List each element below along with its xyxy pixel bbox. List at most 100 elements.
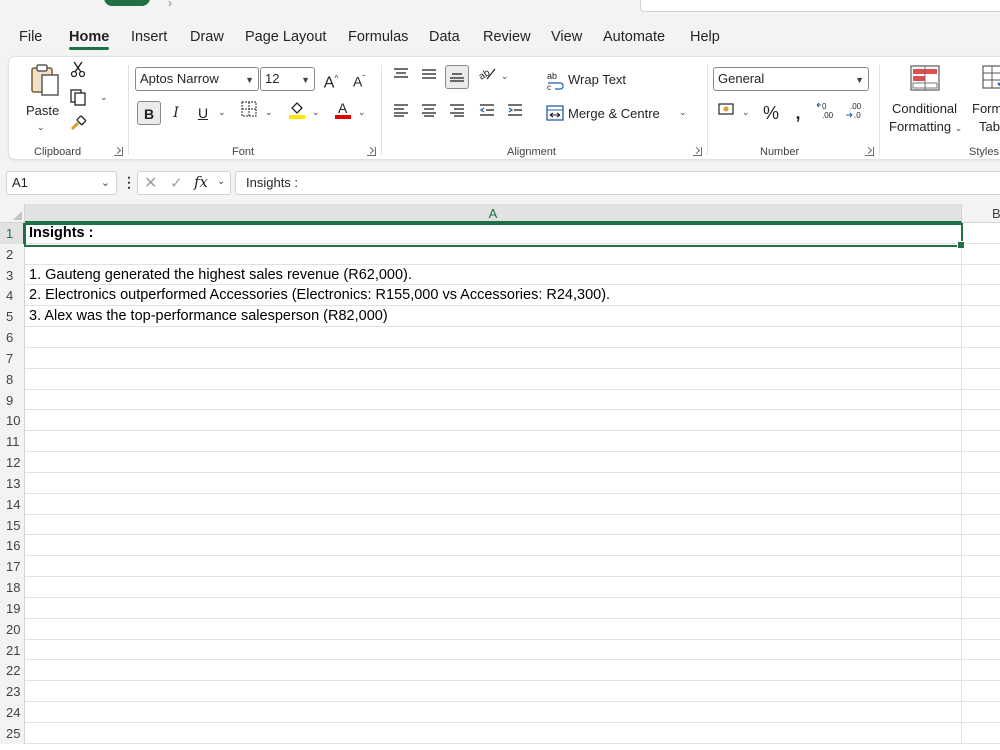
orientation-icon[interactable]: ab [475, 65, 499, 89]
tab-page-layout[interactable]: Page Layout [245, 29, 326, 45]
cell-b15[interactable] [962, 515, 1000, 536]
increase-font-icon[interactable]: A^ [319, 67, 343, 91]
cell-b8[interactable] [962, 369, 1000, 390]
increase-decimal-icon[interactable]: 0.00 [815, 101, 839, 125]
font-color-dropdown-icon[interactable]: ⌄ [358, 107, 366, 118]
cell-a11[interactable] [25, 431, 962, 453]
decrease-indent-icon[interactable] [475, 101, 499, 125]
cell-b18[interactable] [962, 577, 1000, 598]
cell-a6[interactable] [25, 327, 962, 348]
cut-icon[interactable] [66, 60, 90, 84]
column-header-a[interactable]: A [25, 204, 962, 223]
insert-function-icon[interactable]: fx [194, 173, 208, 191]
tab-view[interactable]: View [551, 29, 582, 45]
row-header[interactable]: 14 [0, 493, 25, 515]
cell-b11[interactable] [962, 431, 1000, 453]
align-bottom-icon[interactable] [445, 65, 469, 89]
row-header[interactable]: 8 [0, 368, 25, 390]
copy-dropdown-icon[interactable]: ⌄ [100, 92, 108, 103]
cell-b13[interactable] [962, 473, 1000, 494]
cell-b3[interactable] [962, 265, 1000, 286]
cell-a24[interactable] [25, 702, 962, 723]
enter-icon[interactable]: ✓ [170, 174, 183, 192]
tab-data[interactable]: Data [429, 29, 460, 45]
tab-insert[interactable]: Insert [131, 29, 167, 45]
cell-b25[interactable] [962, 723, 1000, 744]
more-options-icon[interactable]: ⋮ [122, 174, 136, 191]
row-header[interactable]: 9 [0, 389, 25, 411]
currency-icon[interactable] [715, 101, 739, 125]
cell-b2[interactable] [962, 244, 1000, 265]
row-header[interactable]: 12 [0, 452, 25, 473]
increase-indent-icon[interactable] [503, 101, 527, 125]
row-header[interactable]: 20 [0, 618, 25, 640]
format-painter-icon[interactable] [66, 114, 90, 138]
cell-a10[interactable] [25, 410, 962, 432]
cell-a7[interactable] [25, 347, 962, 369]
cell-a9[interactable] [25, 389, 962, 411]
decrease-font-icon[interactable]: Aˇ [347, 67, 371, 91]
cell-a4[interactable]: 2. Electronics outperformed Accessories … [25, 285, 962, 307]
clipboard-launcher-icon[interactable] [114, 147, 123, 156]
copy-icon[interactable] [66, 88, 90, 112]
fill-color-dropdown-icon[interactable]: ⌄ [312, 107, 320, 118]
row-header[interactable]: 16 [0, 535, 25, 557]
percent-button[interactable]: % [759, 101, 783, 125]
align-center-icon[interactable] [417, 101, 441, 125]
row-header[interactable]: 19 [0, 597, 25, 619]
cell-b23[interactable] [962, 681, 1000, 703]
tab-automate[interactable]: Automate [603, 29, 665, 45]
chevron-down-icon[interactable]: ⌄ [217, 176, 225, 187]
row-header[interactable]: 11 [0, 431, 25, 453]
borders-dropdown-icon[interactable]: ⌄ [265, 107, 273, 118]
cell-a23[interactable] [25, 681, 962, 703]
autosave-toggle[interactable] [104, 0, 150, 6]
row-header[interactable]: 13 [0, 472, 25, 494]
cell-b7[interactable] [962, 348, 1000, 369]
cell-a14[interactable] [25, 493, 962, 515]
cell-a2[interactable] [25, 243, 962, 265]
tab-formulas[interactable]: Formulas [348, 29, 408, 45]
row-header[interactable]: 25 [0, 722, 25, 744]
row-header[interactable]: 15 [0, 514, 25, 536]
cell-b22[interactable] [962, 660, 1000, 682]
cell-b14[interactable] [962, 494, 1000, 515]
cancel-icon[interactable]: ✕ [144, 173, 157, 193]
merge-centre-button[interactable]: Merge & Centre ⌄ [546, 101, 691, 127]
row-header[interactable]: 1 [0, 223, 25, 244]
row-header[interactable]: 18 [0, 577, 25, 598]
cell-a5[interactable]: 3. Alex was the top-performance salesper… [25, 306, 962, 328]
cell-b17[interactable] [962, 556, 1000, 578]
currency-dropdown-icon[interactable]: ⌄ [742, 107, 750, 118]
row-header[interactable]: 21 [0, 639, 25, 661]
cell-b20[interactable] [962, 619, 1000, 640]
row-header[interactable]: 22 [0, 660, 25, 682]
format-as-table-button[interactable]: Form Tabl [971, 63, 1000, 138]
formula-input[interactable]: Insights : [235, 171, 1000, 195]
cell-b1[interactable] [962, 223, 1000, 244]
align-right-icon[interactable] [445, 101, 469, 125]
cell-a18[interactable] [25, 577, 962, 598]
row-header[interactable]: 3 [0, 264, 25, 286]
tab-review[interactable]: Review [483, 29, 531, 45]
cell-b5[interactable] [962, 306, 1000, 328]
column-header-b[interactable]: B [962, 204, 1000, 223]
tab-draw[interactable]: Draw [190, 29, 224, 45]
cell-b19[interactable] [962, 598, 1000, 619]
cell-a15[interactable] [25, 514, 962, 536]
row-header[interactable]: 5 [0, 306, 25, 328]
decrease-decimal-icon[interactable]: .00.0 [843, 101, 867, 125]
tab-help[interactable]: Help [690, 29, 720, 45]
borders-icon[interactable] [237, 101, 261, 125]
cell-a8[interactable] [25, 368, 962, 390]
underline-button[interactable]: U [191, 101, 215, 125]
row-header[interactable]: 7 [0, 347, 25, 369]
cell-a1[interactable]: Insights : [25, 223, 962, 244]
search-box[interactable] [640, 0, 1000, 12]
cell-a12[interactable] [25, 452, 962, 473]
paste-dropdown-icon[interactable]: ⌄ [37, 122, 45, 133]
cell-b21[interactable] [962, 640, 1000, 661]
bold-button[interactable]: B [137, 101, 161, 125]
font-color-icon[interactable]: A [331, 99, 355, 123]
tab-file[interactable]: File [19, 29, 42, 45]
